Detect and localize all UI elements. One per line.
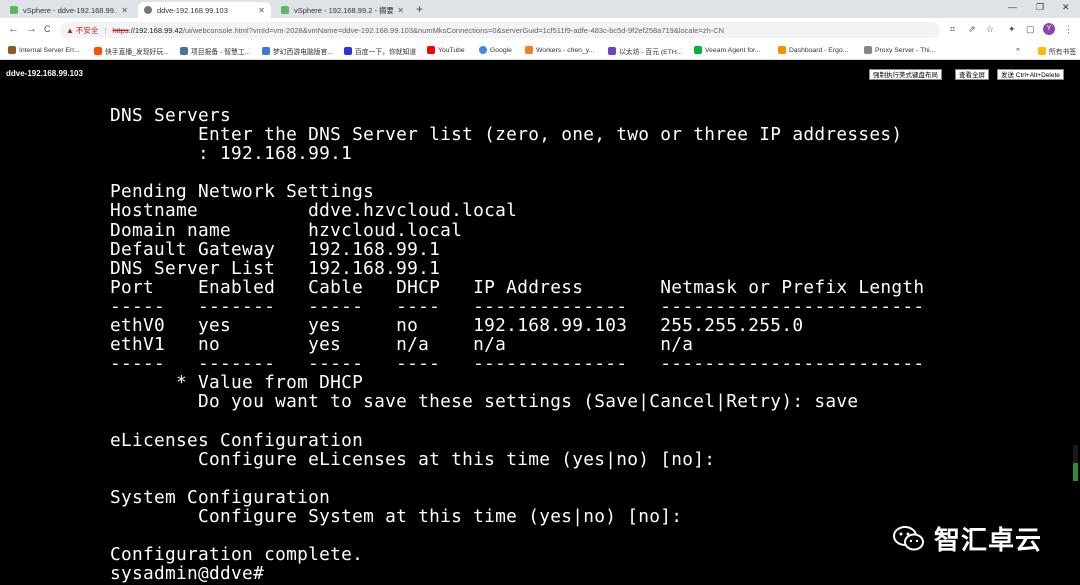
bookmark-item[interactable]: 梦幻西游电脑版官... bbox=[262, 46, 333, 56]
back-icon[interactable]: ← bbox=[8, 23, 19, 35]
bookmark-item[interactable]: Internal Server Err... bbox=[8, 46, 80, 54]
url-separator: | bbox=[104, 25, 107, 35]
folder-icon bbox=[1038, 47, 1046, 55]
bookmark-star-icon[interactable]: ☆ bbox=[986, 24, 994, 35]
youtube-icon bbox=[427, 46, 435, 54]
terminal-line: ethV1 no yes n/a n/a n/a bbox=[110, 334, 694, 356]
console-toolbar: ddve-192.168.99.103 强制执行美式键盘布局 查看全屏 发送 C… bbox=[0, 60, 1080, 86]
globe-tab-icon bbox=[144, 6, 152, 14]
address-toolbar: ← → C ▲ 不安全 | https ://192.168.99.42 /ui… bbox=[0, 18, 1080, 42]
terminal-line: Enter the DNS Server list (zero, one, tw… bbox=[110, 124, 903, 146]
insecure-label[interactable]: 不安全 bbox=[76, 25, 99, 36]
bookmark-item[interactable]: 快手直播_发现好玩... bbox=[94, 46, 169, 56]
tab-title: vSphere - 192.168.99.2 - 摘要 bbox=[294, 5, 394, 15]
terminal-line: Configure System at this time (yes|no) [… bbox=[110, 505, 683, 527]
close-icon[interactable]: ✕ bbox=[397, 6, 404, 15]
reload-icon[interactable]: C bbox=[44, 24, 51, 34]
url-bar[interactable]: ▲ 不安全 | https ://192.168.99.42 /ui/webco… bbox=[60, 22, 940, 38]
terminal-line: Pending Network Settings bbox=[110, 181, 375, 203]
terminal-line: Hostname ddve.hzvcloud.local bbox=[110, 200, 518, 222]
terminal-line: : 192.168.99.1 bbox=[110, 143, 353, 165]
extensions-icon[interactable]: ✦ bbox=[1008, 24, 1016, 35]
terminal-line: System Configuration bbox=[110, 486, 331, 508]
fullscreen-button[interactable]: 查看全屏 bbox=[955, 69, 989, 80]
url-path: /ui/webconsole.html?vmId=vm-2028&vmName=… bbox=[182, 25, 725, 35]
console-terminal[interactable]: DNS Servers Enter the DNS Server list (z… bbox=[110, 106, 924, 583]
vm-name: ddve-192.168.99.103 bbox=[6, 69, 83, 78]
terminal-line: ----- ------- ----- ---- -------------- … bbox=[110, 353, 925, 375]
terminal-line: ----- ------- ----- ---- -------------- … bbox=[110, 295, 925, 317]
terminal-line: Configure eLicenses at this time (yes|no… bbox=[110, 448, 716, 470]
send-ctrl-alt-del-button[interactable]: 发送 Ctrl+Alt+Delete bbox=[997, 69, 1064, 80]
tab-vsphere-1[interactable]: vSphere - ddve-192.168.99.10 ✕ bbox=[4, 2, 134, 18]
bookmark-item[interactable]: 项目报备 - 智慧工... bbox=[180, 46, 250, 56]
bookmark-favicon-icon bbox=[608, 47, 616, 55]
bookmarks-overflow-button[interactable]: » bbox=[1016, 46, 1020, 53]
terminal-prompt: sysadmin@ddve# bbox=[110, 563, 265, 585]
watermark: 智汇卓云 bbox=[892, 520, 1042, 557]
translate-icon[interactable]: ⌗ bbox=[950, 24, 955, 35]
wechat-logo-icon bbox=[893, 525, 924, 550]
watermark-text: 智汇卓云 bbox=[934, 525, 1043, 555]
bookmark-item[interactable]: 以太坊 - 百元 (ETH... bbox=[608, 46, 682, 56]
all-bookmarks-button[interactable]: 所有书签 bbox=[1038, 46, 1076, 56]
tab-vsphere-2[interactable]: vSphere - 192.168.99.2 - 摘要 ✕ bbox=[275, 2, 410, 18]
terminal-line: Do you want to save these settings (Save… bbox=[110, 391, 859, 413]
scrollbar-thumb[interactable] bbox=[1073, 463, 1078, 481]
menu-icon[interactable]: ⋮ bbox=[1064, 24, 1073, 35]
bookmark-item[interactable]: 百度一下，你就知道 bbox=[344, 46, 416, 56]
terminal-line: Default Gateway 192.168.99.1 bbox=[110, 238, 441, 260]
vsphere-tab-icon bbox=[10, 6, 18, 14]
proxy-icon bbox=[864, 46, 872, 54]
profile-avatar[interactable]: Y bbox=[1043, 23, 1055, 35]
terminal-line: Domain name hzvcloud.local bbox=[110, 219, 463, 241]
bookmark-favicon-icon bbox=[8, 46, 16, 54]
cloudflare-icon bbox=[525, 46, 533, 54]
url-host: ://192.168.99.42 bbox=[128, 25, 183, 35]
bookmark-item[interactable]: Veeam Agent for... bbox=[694, 46, 761, 54]
tab-ddve-console[interactable]: ddve-192.168.99.103 ✕ bbox=[138, 2, 271, 18]
bookmark-item[interactable]: YouTube bbox=[427, 46, 465, 54]
warning-icon: ▲ bbox=[66, 25, 74, 35]
tab-title: vSphere - ddve-192.168.99.10 bbox=[23, 5, 118, 15]
enforce-us-keyboard-button[interactable]: 强制执行美式键盘布局 bbox=[869, 69, 942, 80]
terminal-line: DNS Server List 192.168.99.1 bbox=[110, 257, 441, 279]
sidepanel-icon[interactable]: ▢ bbox=[1026, 24, 1035, 35]
close-icon[interactable]: ✕ bbox=[258, 6, 265, 15]
terminal-line: Port Enabled Cable DHCP IP Address Netma… bbox=[110, 276, 925, 298]
google-icon bbox=[479, 46, 487, 54]
close-icon[interactable]: ✕ bbox=[121, 6, 128, 15]
vsphere-tab-icon bbox=[281, 6, 289, 14]
terminal-line: DNS Servers bbox=[110, 105, 232, 126]
forward-icon[interactable]: → bbox=[26, 23, 37, 35]
url-scheme: https bbox=[112, 25, 129, 35]
minimize-icon[interactable]: — bbox=[1008, 2, 1017, 12]
bookmark-item[interactable]: Proxy Server - Thi... bbox=[864, 46, 935, 54]
bookmark-favicon-icon bbox=[344, 47, 352, 55]
terminal-line: * Value from DHCP bbox=[110, 372, 364, 394]
bookmarks-bar: Internal Server Err... 快手直播_发现好玩... 项目报备… bbox=[0, 42, 1080, 60]
bookmark-item[interactable]: Dashboard - Ergo... bbox=[778, 46, 848, 54]
bookmark-item[interactable]: Workers - chen_y... bbox=[525, 46, 594, 54]
bookmark-favicon-icon bbox=[180, 47, 188, 55]
maximize-icon[interactable]: ❐ bbox=[1036, 2, 1044, 13]
new-tab-button[interactable]: + bbox=[416, 3, 423, 15]
tab-title: ddve-192.168.99.103 bbox=[157, 5, 228, 15]
bookmark-item[interactable]: Google bbox=[479, 46, 512, 54]
close-window-icon[interactable]: ✕ bbox=[1062, 2, 1070, 13]
share-icon[interactable]: ⇗ bbox=[968, 24, 976, 35]
tab-bar: vSphere - ddve-192.168.99.10 ✕ ddve-192.… bbox=[0, 0, 1080, 18]
bookmark-favicon-icon bbox=[262, 47, 270, 55]
bookmark-favicon-icon bbox=[778, 46, 786, 54]
console-scrollbar[interactable] bbox=[1073, 445, 1078, 481]
terminal-line: Configuration complete. bbox=[110, 544, 364, 566]
veeam-icon bbox=[694, 46, 702, 54]
terminal-line: ethV0 yes yes no 192.168.99.103 255.255.… bbox=[110, 315, 804, 337]
bookmark-favicon-icon bbox=[94, 47, 102, 55]
terminal-line: eLicenses Configuration bbox=[110, 429, 364, 451]
